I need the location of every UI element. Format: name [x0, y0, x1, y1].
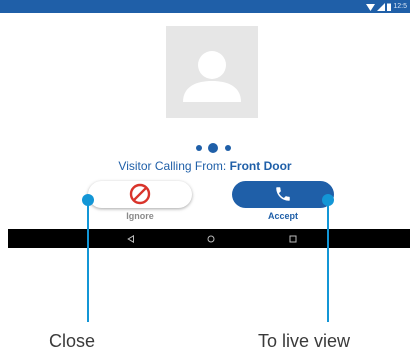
phone-icon — [276, 187, 290, 201]
home-icon[interactable] — [207, 235, 215, 243]
navigation-bar — [8, 229, 410, 248]
indicator-dot — [208, 143, 218, 153]
back-icon[interactable] — [127, 235, 135, 243]
wifi-icon — [366, 3, 376, 11]
ignore-button[interactable] — [88, 181, 192, 208]
indicator-dot — [196, 145, 202, 151]
status-icons: 12:5 — [366, 2, 407, 11]
calling-indicator — [196, 142, 232, 154]
status-time: 12:5 — [393, 3, 407, 10]
battery-icon — [387, 3, 392, 11]
close-callout-label: Close — [49, 331, 96, 351]
live-view-callout-line — [327, 200, 329, 322]
close-callout-line — [87, 200, 89, 322]
person-icon — [183, 51, 241, 102]
indicator-dot — [225, 145, 231, 151]
prohibited-icon — [129, 183, 151, 205]
caller-prefix: Visitor Calling From: — [118, 159, 227, 173]
ignore-label: Ignore — [126, 211, 154, 221]
live-view-callout-label: To live view — [258, 331, 351, 351]
caller-location: Front Door — [229, 159, 292, 173]
status-bar: 12:5 — [0, 0, 410, 13]
recents-icon[interactable] — [289, 235, 297, 243]
accept-button[interactable] — [232, 181, 334, 208]
cell-signal-icon — [377, 2, 386, 11]
caller-info: Visitor Calling From: Front Door — [0, 158, 410, 174]
accept-label: Accept — [267, 211, 298, 221]
caller-avatar — [166, 26, 258, 118]
